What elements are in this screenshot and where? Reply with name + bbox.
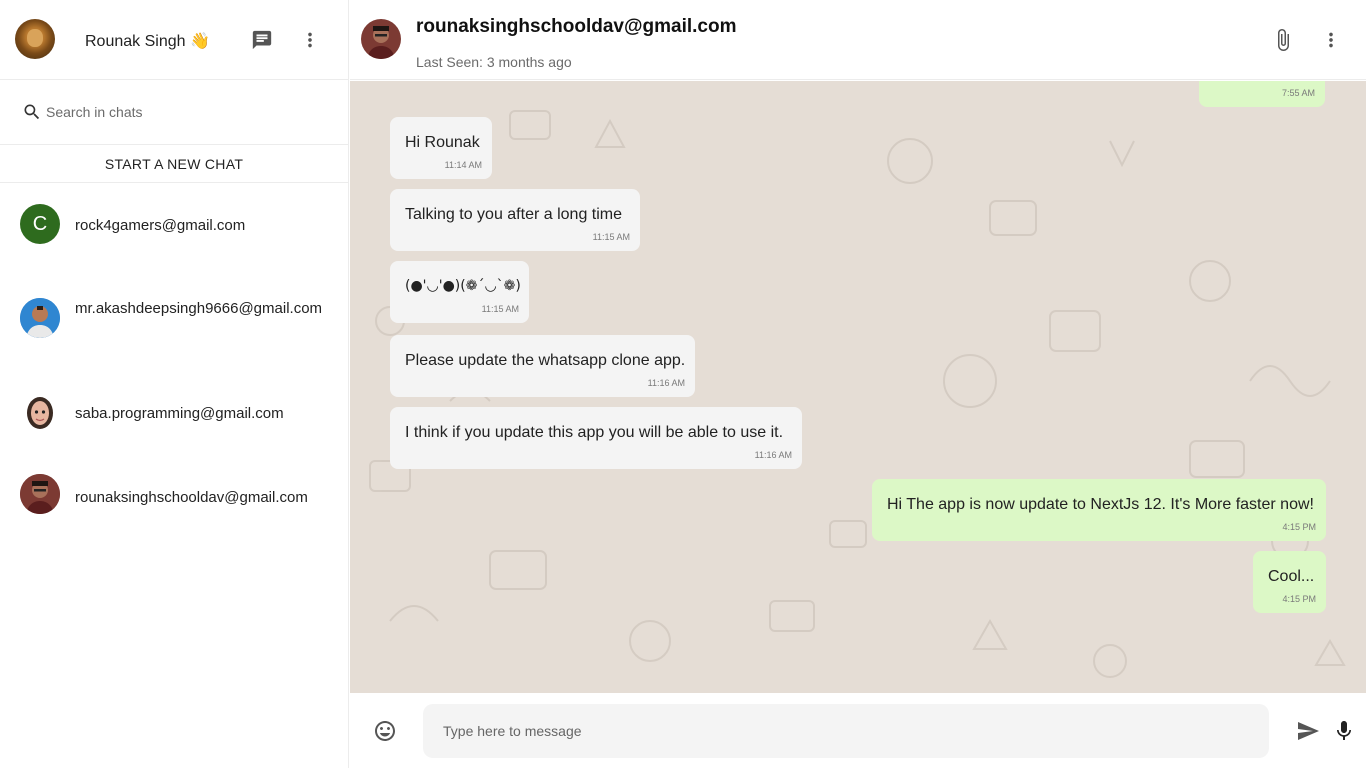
message-time: 4:15 PM — [1282, 522, 1316, 532]
chat-email: saba.programming@gmail.com — [75, 405, 284, 422]
avatar — [20, 474, 60, 514]
message-bubble-outgoing[interactable]: 7:55 AM — [1199, 81, 1325, 107]
message-time: 11:16 AM — [647, 378, 685, 388]
emoji-icon[interactable] — [373, 719, 397, 748]
sidebar-header: Rounak Singh 👋 — [0, 0, 348, 80]
message-time: 7:55 AM — [1281, 88, 1315, 98]
avatar: C — [20, 204, 60, 244]
message-bubble-outgoing[interactable]: Cool... 4:15 PM — [1253, 551, 1326, 613]
message-text: Hi The app is now update to NextJs 12. I… — [887, 496, 1314, 513]
chat-list-item[interactable]: mr.akashdeepsingh9666@gmail.com — [0, 267, 348, 371]
more-vert-icon[interactable] — [298, 28, 322, 52]
chat-icon[interactable] — [250, 28, 274, 52]
avatar — [20, 298, 60, 338]
message-bubble-incoming[interactable]: I think if you update this app you will … — [390, 407, 802, 469]
chat-email: rock4gamers@gmail.com — [75, 217, 246, 234]
sidebar: Rounak Singh 👋 START A NEW CHAT C rock4g… — [0, 0, 349, 768]
message-input[interactable] — [423, 704, 1269, 758]
search-bar — [0, 80, 348, 145]
message-text: Please update the whatsapp clone app. — [405, 352, 686, 369]
more-vert-icon[interactable] — [1319, 28, 1343, 52]
last-seen-status: Last Seen: 3 months ago — [416, 54, 572, 70]
message-bubble-outgoing[interactable]: Hi The app is now update to NextJs 12. I… — [872, 479, 1326, 541]
message-bubble-incoming[interactable]: (●'◡'●)(❁´◡`❁) 11:15 AM — [390, 261, 529, 323]
avatar-letter: C — [32, 212, 48, 235]
contact-avatar[interactable] — [361, 19, 401, 59]
user-name: Rounak Singh 👋 — [85, 33, 210, 50]
message-time: 11:14 AM — [444, 160, 482, 170]
chat-list-item[interactable]: C rock4gamers@gmail.com — [0, 183, 348, 267]
mic-icon[interactable] — [1334, 719, 1354, 748]
message-list[interactable]: 7:55 AM Hi Rounak 11:14 AM Talking to yo… — [350, 81, 1366, 693]
message-time: 11:15 AM — [481, 304, 519, 314]
chat-list-item[interactable]: rounaksinghschooldav@gmail.com — [0, 455, 348, 539]
message-bubble-incoming[interactable]: Talking to you after a long time 11:15 A… — [390, 189, 640, 251]
avatar — [20, 391, 60, 431]
search-input[interactable] — [46, 102, 326, 122]
chat-email: rounaksinghschooldav@gmail.com — [75, 489, 308, 506]
message-time: 11:15 AM — [592, 232, 630, 242]
message-text: (●'◡'●)(❁´◡`❁) — [405, 278, 521, 294]
message-time: 4:15 PM — [1282, 594, 1316, 604]
message-text: Talking to you after a long time — [405, 206, 623, 223]
search-icon — [22, 102, 42, 127]
message-composer — [350, 693, 1366, 768]
message-time: 11:16 AM — [754, 450, 792, 460]
start-new-chat-button[interactable]: START A NEW CHAT — [0, 145, 348, 183]
message-text: Cool... — [1268, 568, 1315, 585]
message-bubble-incoming[interactable]: Hi Rounak 11:14 AM — [390, 117, 492, 179]
chat-header: rounaksinghschooldav@gmail.com Last Seen… — [350, 0, 1366, 80]
message-text: Hi Rounak — [405, 134, 480, 151]
message-text: I think if you update this app you will … — [405, 424, 784, 441]
user-avatar[interactable] — [15, 19, 55, 59]
chat-email: mr.akashdeepsingh9666@gmail.com — [75, 300, 323, 317]
contact-name: rounaksinghschooldav@gmail.com — [416, 16, 737, 37]
attach-icon[interactable] — [1271, 28, 1295, 52]
send-icon[interactable] — [1296, 719, 1320, 748]
chat-list-item[interactable]: saba.programming@gmail.com — [0, 371, 348, 455]
message-bubble-incoming[interactable]: Please update the whatsapp clone app. 11… — [390, 335, 695, 397]
